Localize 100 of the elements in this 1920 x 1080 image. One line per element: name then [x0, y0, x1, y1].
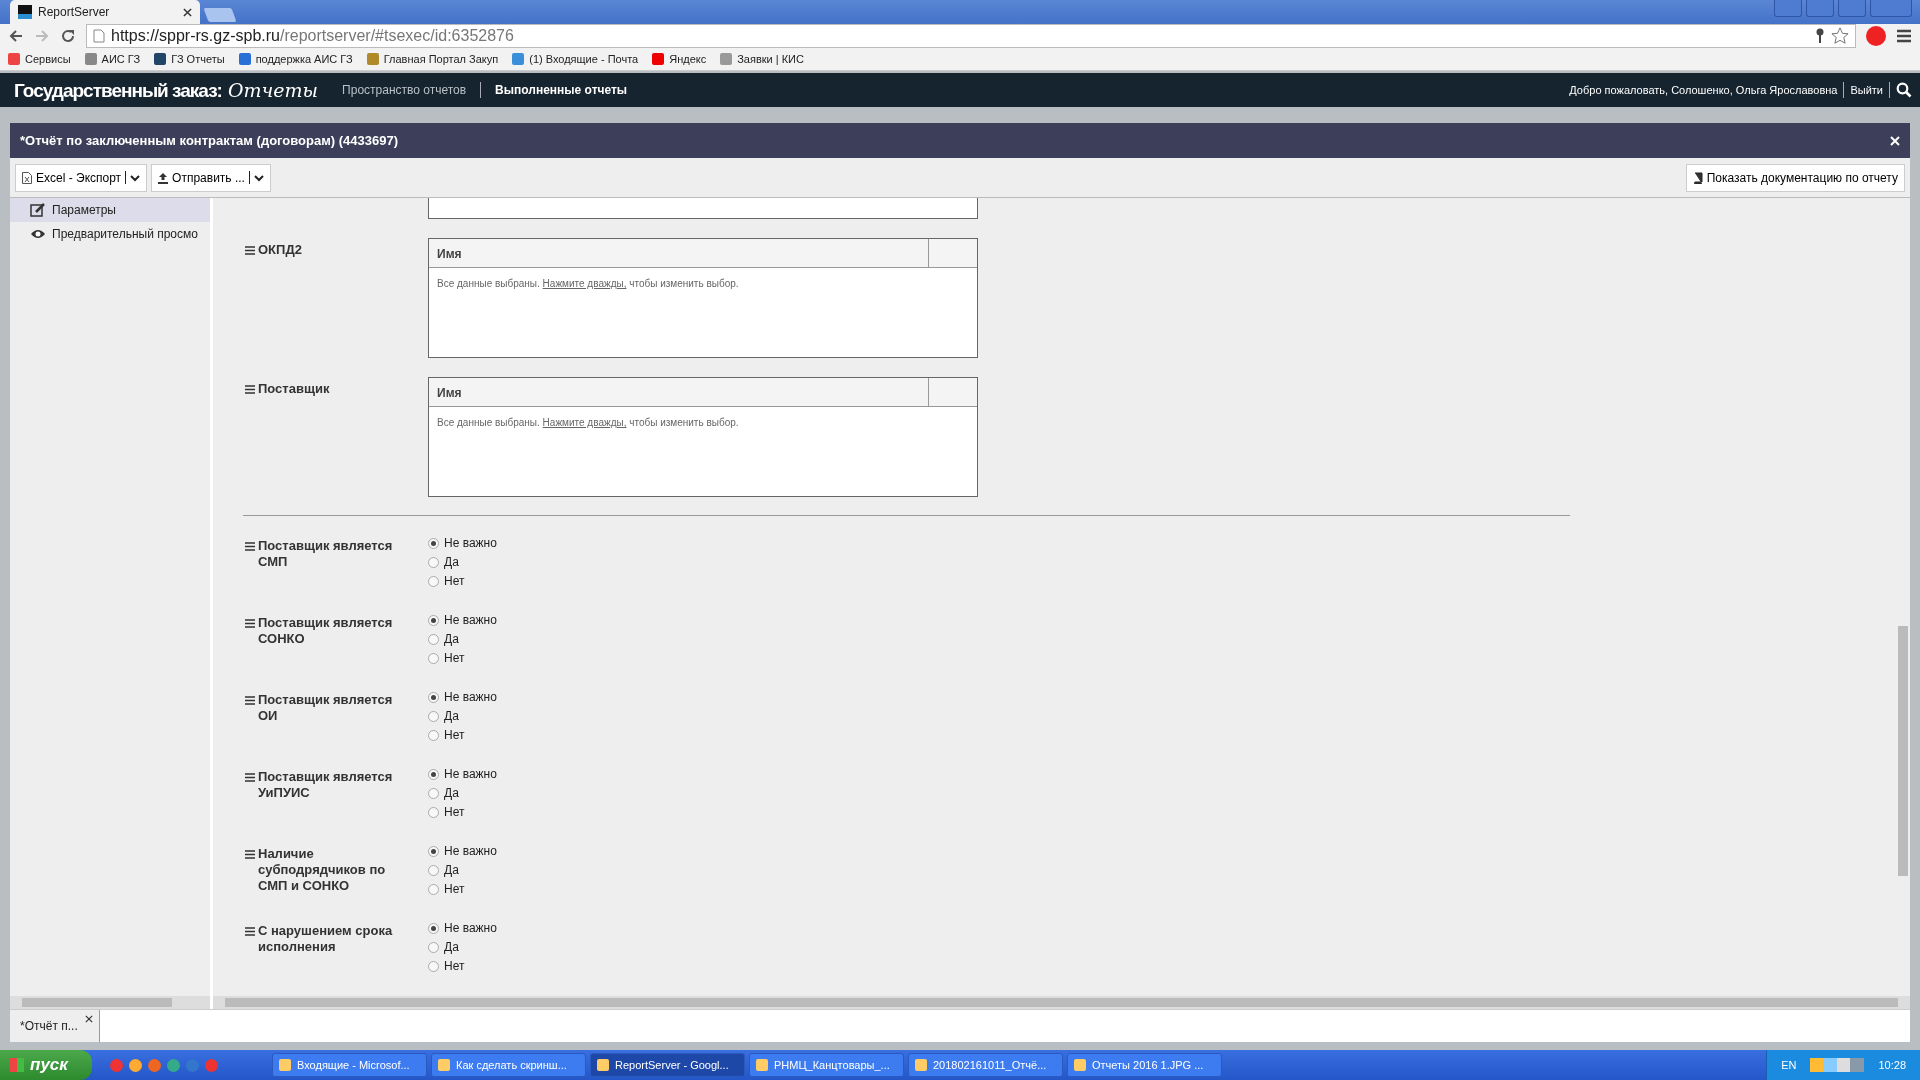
- horizontal-scrollbar[interactable]: [213, 996, 1910, 1009]
- radio-option[interactable]: Не важно: [428, 688, 497, 706]
- double-click-link[interactable]: Нажмите дважды,: [542, 278, 627, 289]
- bookmark-link[interactable]: Главная Портал Закуп: [366, 53, 499, 66]
- radio-option[interactable]: Да: [428, 784, 497, 802]
- radio-button[interactable]: [428, 614, 439, 626]
- star-icon[interactable]: [1831, 27, 1849, 45]
- bookmark-link[interactable]: ГЗ Отчеты: [154, 53, 225, 66]
- taskbar-window-button[interactable]: ReportServer - Googl...: [590, 1053, 745, 1077]
- radio-option[interactable]: Не важно: [428, 611, 497, 629]
- radio-button[interactable]: [428, 575, 439, 587]
- bookmark-link[interactable]: (1) Входящие - Почта: [512, 53, 639, 66]
- page-icon: [93, 29, 105, 43]
- quick-launch-icons[interactable]: [110, 1058, 218, 1072]
- start-button[interactable]: пуск: [0, 1050, 92, 1080]
- radio-button[interactable]: [428, 537, 439, 549]
- radio-button[interactable]: [428, 864, 439, 876]
- radio-button[interactable]: [428, 806, 439, 818]
- radio-option[interactable]: Нет: [428, 649, 497, 667]
- key-icon[interactable]: [1815, 28, 1825, 44]
- drag-handle-icon: [245, 850, 255, 859]
- radio-option[interactable]: Да: [428, 938, 497, 956]
- parameter-label: Поставщик является СОНКО: [258, 615, 394, 647]
- radio-option[interactable]: Нет: [428, 880, 497, 898]
- bookmark-link[interactable]: Сервисы: [8, 53, 71, 66]
- clock: 10:28: [1878, 1059, 1906, 1071]
- app-logo[interactable]: Государственный заказ: Отчеты: [14, 78, 319, 102]
- radio-button[interactable]: [428, 633, 439, 645]
- search-icon[interactable]: [1896, 82, 1912, 99]
- radio-option[interactable]: Нет: [428, 957, 497, 975]
- reload-icon[interactable]: [60, 28, 76, 44]
- logout-link[interactable]: Выйти: [1850, 84, 1883, 97]
- documentation-button[interactable]: Показать документацию по отчету: [1685, 163, 1905, 192]
- parameter-label: Поставщик является УиПУИС: [258, 769, 394, 801]
- radio-option[interactable]: Нет: [428, 572, 497, 590]
- radio-option[interactable]: Нет: [428, 726, 497, 744]
- taskbar-window-button[interactable]: Входящие - Microsof...: [272, 1053, 427, 1077]
- parameter-label: Наличие субподрядчиков по СМП и СОНКО: [258, 846, 387, 894]
- radio-option[interactable]: Не важно: [428, 919, 497, 937]
- nav-link[interactable]: Пространство отчетов: [342, 83, 467, 98]
- parameter-label: Поставщик: [258, 381, 330, 397]
- list-box[interactable]: Имя Все данные выбраны. Нажмите дважды, чтобы изменить выбор.: [428, 377, 978, 497]
- eye-icon: [30, 227, 46, 241]
- yandex-icon[interactable]: [1866, 26, 1886, 46]
- radio-button[interactable]: [428, 845, 439, 857]
- radio-button[interactable]: [428, 941, 439, 953]
- parameter-label: Поставщик является СМП: [258, 538, 394, 570]
- browser-tab[interactable]: ReportServer: [10, 0, 200, 24]
- toolbar-button[interactable]: Excel - Экспорт: [15, 163, 148, 192]
- radio-button[interactable]: [428, 652, 439, 664]
- drag-handle-icon: [245, 385, 255, 394]
- report-tab[interactable]: *Отчёт п...: [10, 1010, 100, 1042]
- chevron-down-icon: [130, 173, 141, 182]
- radio-button[interactable]: [428, 556, 439, 568]
- forward-icon[interactable]: [34, 28, 50, 44]
- list-box[interactable]: [428, 198, 978, 219]
- radio-option[interactable]: Не важно: [428, 842, 497, 860]
- new-tab-button[interactable]: [203, 8, 237, 22]
- radio-button[interactable]: [428, 960, 439, 972]
- radio-button[interactable]: [428, 787, 439, 799]
- list-box[interactable]: Имя Все данные выбраны. Нажмите дважды, чтобы изменить выбор.: [428, 238, 978, 358]
- back-icon[interactable]: [8, 28, 24, 44]
- radio-button[interactable]: [428, 691, 439, 703]
- column-header: Имя: [429, 378, 929, 406]
- drag-handle-icon: [245, 619, 255, 628]
- radio-option[interactable]: Да: [428, 861, 497, 879]
- sidebar-item[interactable]: Параметры: [10, 198, 210, 222]
- radio-option[interactable]: Да: [428, 630, 497, 648]
- parameter-label: Поставщик является ОИ: [258, 692, 394, 724]
- radio-option[interactable]: Да: [428, 553, 497, 571]
- radio-option[interactable]: Нет: [428, 803, 497, 821]
- radio-button[interactable]: [428, 883, 439, 895]
- language-indicator[interactable]: EN: [1781, 1059, 1797, 1071]
- taskbar-window-button[interactable]: Как сделать скринш...: [431, 1053, 586, 1077]
- double-click-link[interactable]: Нажмите дважды,: [542, 417, 627, 428]
- bookmark-link[interactable]: Яндекс: [652, 53, 707, 66]
- horizontal-scrollbar[interactable]: [10, 996, 210, 1009]
- toolbar-button[interactable]: Отправить ...: [151, 163, 271, 192]
- radio-button[interactable]: [428, 710, 439, 722]
- tray-icons[interactable]: [1810, 1058, 1865, 1072]
- radio-button[interactable]: [428, 768, 439, 780]
- radio-button[interactable]: [428, 729, 439, 741]
- address-field[interactable]: https://sppr-rs.gz-spb.ru/reportserver/#tsexec/id:6352876: [86, 24, 1856, 48]
- selection-note: Все данные выбраны. Нажмите дважды, чтобы изменить выбор.: [436, 277, 740, 291]
- radio-option[interactable]: Не важно: [428, 765, 497, 783]
- report-server-icon: [18, 5, 32, 19]
- parameter-label: ОКПД2: [258, 242, 302, 258]
- nav-link[interactable]: Выполненные отчеты: [495, 83, 628, 98]
- bookmark-link[interactable]: Заявки | КИС: [720, 53, 804, 66]
- radio-option[interactable]: Да: [428, 707, 497, 725]
- taskbar-window-button[interactable]: 201802161011_Отчё...: [908, 1053, 1063, 1077]
- taskbar-window-button[interactable]: РНМЦ_Канцтовары_...: [749, 1053, 904, 1077]
- sidebar-item[interactable]: Предварительный просмо: [10, 222, 210, 246]
- bookmark-link[interactable]: поддержка АИС ГЗ: [238, 53, 353, 66]
- column-header: Имя: [429, 239, 929, 267]
- menu-icon[interactable]: [1896, 29, 1912, 43]
- bookmark-link[interactable]: АИС ГЗ: [84, 53, 141, 66]
- taskbar-window-button[interactable]: Отчеты 2016 1.JPG ...: [1067, 1053, 1222, 1077]
- radio-button[interactable]: [428, 922, 439, 934]
- radio-option[interactable]: Не важно: [428, 534, 497, 552]
